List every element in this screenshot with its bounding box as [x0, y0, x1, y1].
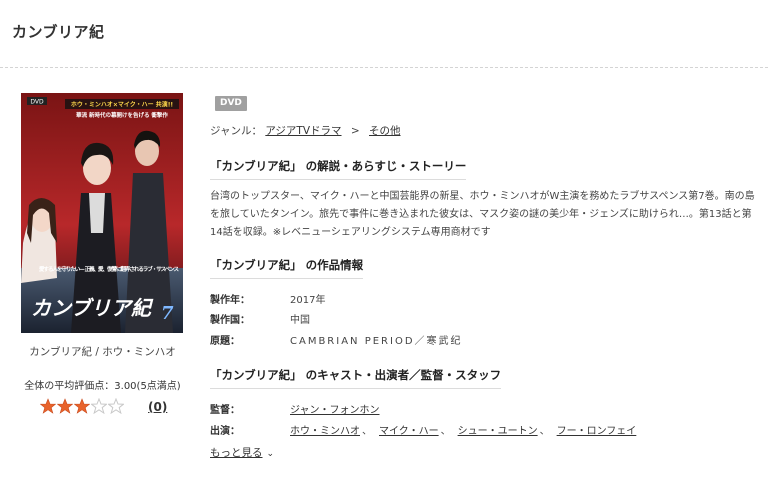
cover-image[interactable]: DVD ホウ・ミンハオ×マイク・ハー 共演!! 華流 新時代の幕開けを告げる 衝… — [21, 93, 183, 333]
info-row-actors: 出演： ホウ・ミンハオ、マイク・ハー、シュー・ユートン、フー・ロンフェイ — [210, 422, 636, 437]
svg-text:ホウ・ミンハオ×マイク・ハー 共演!!: ホウ・ミンハオ×マイク・ハー 共演!! — [71, 101, 173, 109]
list-separator: 、 — [440, 426, 451, 437]
genre-breadcrumb: ジャンル： アジアTVドラマ > その他 — [210, 123, 401, 138]
breadcrumb-separator: > — [350, 125, 360, 137]
show-more-link[interactable]: もっと見る ⌄ — [210, 445, 274, 460]
svg-text:カンブリア紀: カンブリア紀 — [31, 296, 154, 320]
star-rating — [40, 398, 124, 414]
info-row-director: 監督： ジャン・フォンホン — [210, 401, 380, 416]
year-label: 製作年： — [210, 295, 250, 306]
actor-list: ホウ・ミンハオ、マイク・ハー、シュー・ユートン、フー・ロンフェイ — [290, 426, 636, 437]
info-row-original-title: 原題： CAMBRIAN PERIOD／寒武纪 — [210, 332, 463, 347]
list-separator: 、 — [539, 426, 550, 437]
info-row-country: 製作国： 中国 — [210, 311, 310, 326]
chevron-down-icon: ⌄ — [266, 449, 275, 459]
star-filled-icon — [74, 398, 90, 414]
svg-text:華流 新時代の幕開けを告げる 衝撃作: 華流 新時代の幕開けを告げる 衝撃作 — [76, 111, 168, 119]
country-value: 中国 — [290, 315, 310, 326]
review-count-link[interactable]: (0) — [148, 400, 167, 414]
original-title-label: 原題： — [210, 336, 240, 347]
product-details: DVD ジャンル： アジアTVドラマ > その他 「カンブリア紀」 の解説・あら… — [210, 68, 768, 484]
svg-text:愛する人を守りたい— 正義、愛、復讐に翻弄されるラブ・サスペ: 愛する人を守りたい— 正義、愛、復讐に翻弄されるラブ・サスペンス — [39, 265, 179, 273]
format-badge: DVD — [215, 96, 247, 111]
actor-link[interactable]: ホウ・ミンハオ — [290, 426, 360, 437]
cast-heading: 「カンブリア紀」 のキャスト・出演者／監督・スタッフ — [210, 367, 502, 389]
star-filled-icon — [40, 398, 56, 414]
star-empty-icon — [91, 398, 107, 414]
original-title-value: CAMBRIAN PERIOD／寒武纪 — [290, 336, 463, 347]
svg-text:DVD: DVD — [30, 99, 44, 106]
director-link[interactable]: ジャン・フォンホン — [290, 405, 380, 416]
show-more-label: もっと見る — [210, 447, 263, 459]
cover-caption: カンブリア紀 / ホウ・ミンハオ — [29, 346, 176, 358]
product-sidebar: DVD ホウ・ミンハオ×マイク・ハー 共演!! 華流 新時代の幕開けを告げる 衝… — [0, 68, 205, 484]
country-label: 製作国： — [210, 315, 250, 326]
page-header: カンブリア紀 — [0, 0, 768, 68]
star-filled-icon — [57, 398, 73, 414]
actor-link[interactable]: シュー・ユートン — [458, 426, 538, 437]
star-empty-icon — [108, 398, 124, 414]
info-heading: 「カンブリア紀」 の作品情報 — [210, 257, 364, 279]
genre-link-asian-tv-drama[interactable]: アジアTVドラマ — [265, 125, 341, 137]
synopsis-heading: 「カンブリア紀」 の解説・あらすじ・ストーリー — [210, 158, 467, 180]
year-value: 2017年 — [290, 295, 326, 306]
page-title: カンブリア紀 — [12, 23, 105, 41]
director-label: 監督： — [210, 405, 240, 416]
genre-label: ジャンル： — [210, 125, 262, 137]
actors-label: 出演： — [210, 426, 240, 437]
synopsis-text: 台湾のトップスター、マイク・ハーと中国芸能界の新星、ホウ・ミンハオがW主演を務め… — [210, 191, 755, 238]
actor-link[interactable]: フー・ロンフェイ — [557, 426, 637, 437]
svg-text:7: 7 — [161, 303, 174, 324]
genre-link-other[interactable]: その他 — [369, 125, 401, 137]
average-rating-text: 全体の平均評価点：3.00(5点満点) — [24, 381, 181, 392]
actor-link[interactable]: マイク・ハー — [379, 426, 439, 437]
list-separator: 、 — [362, 426, 372, 437]
info-row-year: 製作年： 2017年 — [210, 291, 325, 306]
